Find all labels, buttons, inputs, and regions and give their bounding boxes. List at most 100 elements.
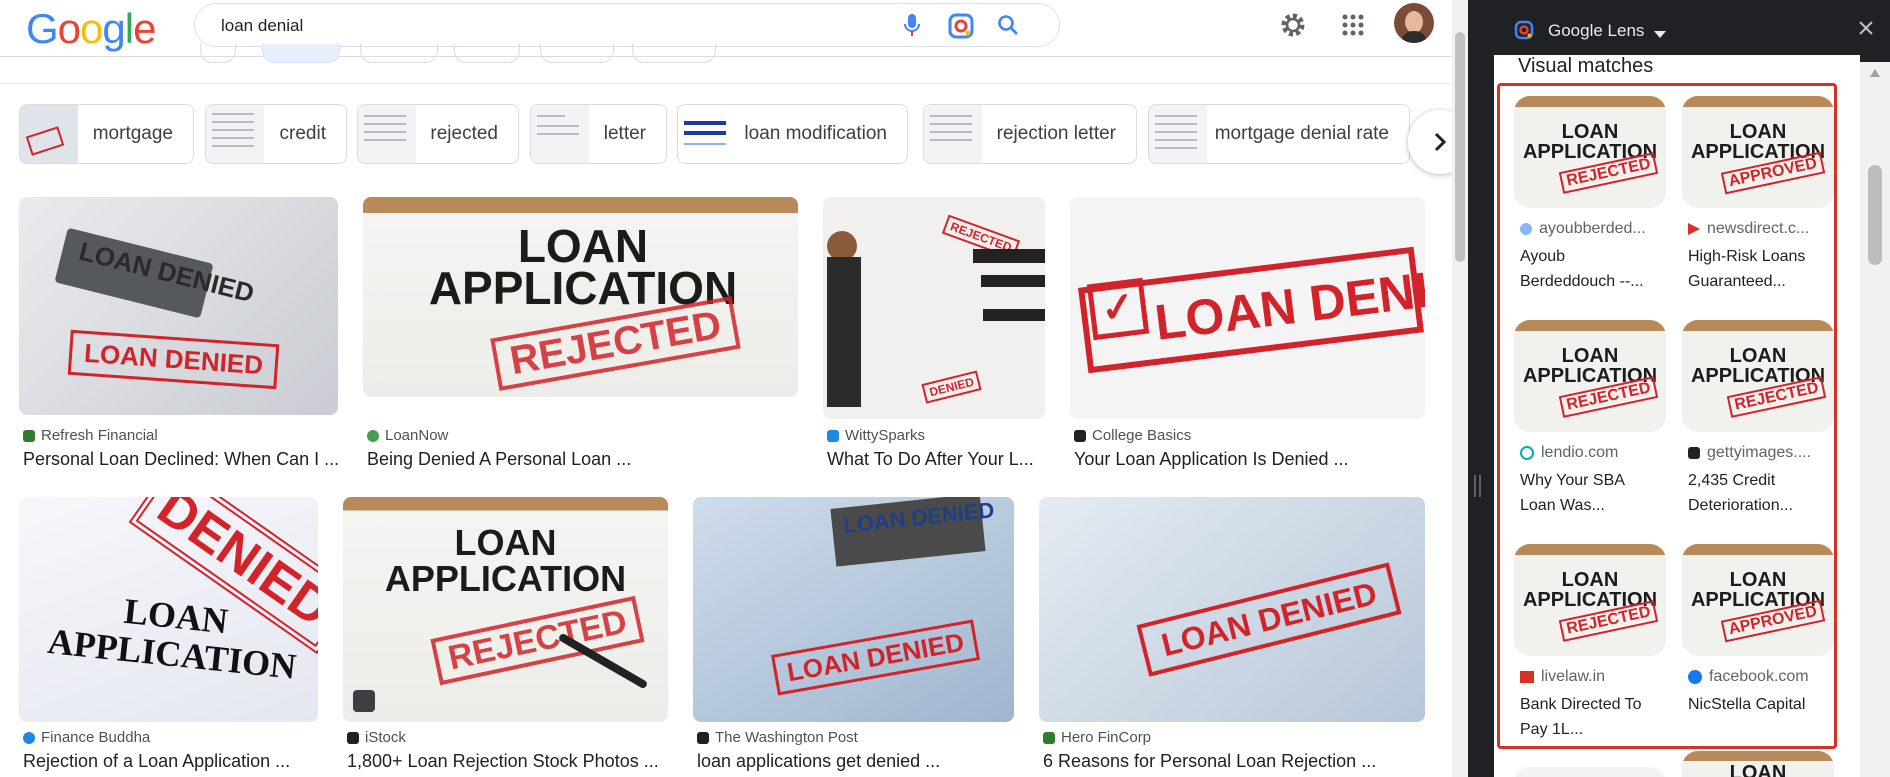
result-source[interactable]: LoanNow bbox=[367, 427, 448, 444]
match-title[interactable]: Bank Directed To Pay 1L... bbox=[1520, 692, 1668, 742]
result-image[interactable]: ✓ LOAN DENIED bbox=[1070, 197, 1425, 419]
match-source[interactable]: facebook.com bbox=[1688, 668, 1836, 686]
match-title[interactable]: Ayoub Berdeddouch --... bbox=[1520, 244, 1668, 294]
match-source[interactable]: gettyimages.... bbox=[1688, 444, 1836, 462]
visual-match-card-partial[interactable] bbox=[1514, 767, 1666, 777]
match-title[interactable]: High-Risk Loans Guaranteed... bbox=[1688, 244, 1836, 294]
google-logo[interactable]: Google bbox=[26, 7, 156, 51]
match-source[interactable]: newsdirect.c... bbox=[1688, 220, 1836, 238]
account-avatar[interactable] bbox=[1394, 3, 1434, 43]
chip-thumbnail bbox=[20, 105, 78, 163]
match-image[interactable]: LOAN APPLICATION REJECTED bbox=[1514, 320, 1666, 432]
result-title[interactable]: loan applications get denied ... bbox=[697, 751, 1015, 772]
chip-rejected[interactable]: rejected bbox=[357, 104, 519, 164]
result-source[interactable]: Finance Buddha bbox=[23, 729, 150, 746]
results-scrollbar-thumb[interactable] bbox=[1455, 32, 1465, 262]
match-title[interactable]: 2,435 Credit Deterioration... bbox=[1688, 468, 1836, 518]
filter-pill-selected[interactable] bbox=[262, 44, 340, 63]
dropdown-caret-icon[interactable] bbox=[1654, 26, 1668, 38]
result-title[interactable]: Personal Loan Declined: When Can I ... bbox=[23, 449, 339, 470]
filter-pill[interactable] bbox=[454, 44, 520, 63]
chip-loan-modification[interactable]: loan modification bbox=[677, 104, 908, 164]
chip-letter[interactable]: letter bbox=[530, 104, 667, 164]
check-mark-icon: ✓ bbox=[1086, 277, 1150, 341]
chip-thumbnail bbox=[924, 105, 982, 163]
filter-pill[interactable] bbox=[632, 44, 716, 63]
match-title[interactable]: NicStella Capital bbox=[1688, 692, 1836, 717]
result-source[interactable]: Refresh Financial bbox=[23, 427, 158, 444]
chip-credit[interactable]: credit bbox=[205, 104, 347, 164]
lens-scrollbar-thumb[interactable] bbox=[1868, 165, 1882, 265]
image-result-card[interactable]: LOAN DENIED Hero FinCorp 6 Reasons for P… bbox=[1039, 497, 1426, 777]
image-gallery-icon bbox=[353, 690, 375, 712]
image-result-card[interactable]: LOAN DENIED LOAN DENIED The Washington P… bbox=[693, 497, 1015, 777]
filter-pill[interactable] bbox=[360, 44, 438, 63]
match-image[interactable]: LOAN APPLICATION REJECTED bbox=[1514, 96, 1666, 208]
chip-rejection-letter[interactable]: rejection letter bbox=[923, 104, 1137, 164]
search-icon[interactable] bbox=[995, 12, 1021, 38]
result-image[interactable]: LOAN DENIED LOAN DENIED bbox=[19, 197, 338, 415]
match-title[interactable]: Why Your SBA Loan Was... bbox=[1520, 468, 1668, 518]
result-source[interactable]: WittySparks bbox=[827, 427, 925, 444]
site-favicon-icon bbox=[697, 731, 709, 744]
result-title[interactable]: 6 Reasons for Personal Loan Rejection ..… bbox=[1043, 751, 1426, 772]
match-image[interactable]: LOAN APPLICATION REJECTED bbox=[1682, 320, 1834, 432]
site-favicon-icon bbox=[347, 731, 359, 744]
result-title[interactable]: What To Do After Your L... bbox=[827, 449, 1045, 470]
site-favicon-icon bbox=[1043, 731, 1055, 744]
result-image[interactable]: LOAN APPLICATION REJECTED bbox=[343, 497, 668, 722]
match-image[interactable]: LOAN APPLICATION APPROVED bbox=[1682, 96, 1834, 208]
result-image[interactable]: LOAN DENIED LOAN DENIED bbox=[693, 497, 1014, 722]
chip-mortgage-denial-rate[interactable]: mortgage denial rate bbox=[1148, 104, 1410, 164]
match-source[interactable]: livelaw.in bbox=[1520, 668, 1668, 686]
image-result-card[interactable]: REJECTED DENIED WittySparks What To Do A… bbox=[823, 197, 1045, 472]
result-title[interactable]: Rejection of a Loan Application ... bbox=[23, 751, 319, 772]
filter-pill[interactable] bbox=[200, 44, 236, 63]
result-image[interactable]: REJECTED DENIED bbox=[823, 197, 1045, 419]
search-box[interactable] bbox=[194, 3, 1060, 47]
lens-camera-icon[interactable] bbox=[947, 12, 975, 40]
result-source[interactable]: Hero FinCorp bbox=[1043, 729, 1151, 746]
result-source[interactable]: College Basics bbox=[1074, 427, 1191, 444]
resize-handle[interactable] bbox=[1474, 475, 1482, 497]
result-title[interactable]: Your Loan Application Is Denied ... bbox=[1074, 449, 1426, 470]
result-title[interactable]: Being Denied A Personal Loan ... bbox=[367, 449, 797, 470]
image-result-card[interactable]: DENIED LOAN APPLICATION Finance Buddha R… bbox=[19, 497, 319, 777]
chip-thumbnail bbox=[531, 105, 589, 163]
settings-gear-icon[interactable] bbox=[1278, 10, 1308, 40]
apps-grid-icon[interactable] bbox=[1338, 10, 1368, 40]
close-icon[interactable] bbox=[1858, 20, 1880, 42]
visual-match-card[interactable]: LOAN APPLICATION REJECTED gettyimages...… bbox=[1682, 320, 1837, 540]
result-source[interactable]: iStock bbox=[347, 729, 406, 746]
result-title[interactable]: 1,800+ Loan Rejection Stock Photos ... bbox=[347, 751, 669, 772]
stamp-text: DENIED bbox=[921, 370, 982, 404]
lens-title: Google Lens bbox=[1548, 21, 1645, 40]
chip-mortgage[interactable]: mortgage bbox=[19, 104, 194, 164]
microphone-icon[interactable] bbox=[899, 12, 925, 38]
image-result-card[interactable]: LOAN DENIED LOAN DENIED Refresh Financia… bbox=[19, 197, 339, 472]
match-source[interactable]: lendio.com bbox=[1520, 444, 1668, 462]
visual-match-card[interactable]: LOAN APPLICATION APPROVED newsdirect.c..… bbox=[1682, 96, 1837, 316]
visual-match-card[interactable]: LOAN APPLICATION REJECTED livelaw.in Ban… bbox=[1514, 544, 1669, 764]
chip-label: mortgage denial rate bbox=[1214, 123, 1389, 144]
filter-pill[interactable] bbox=[540, 44, 614, 63]
visual-match-card[interactable]: LOAN APPLICATION REJECTED lendio.com Why… bbox=[1514, 320, 1669, 540]
image-result-card[interactable]: ✓ LOAN DENIED College Basics Your Loan A… bbox=[1070, 197, 1426, 472]
result-image[interactable]: DENIED LOAN APPLICATION bbox=[19, 497, 318, 722]
match-source[interactable]: ayoubberded... bbox=[1520, 220, 1668, 238]
stamp-text: LOAN DENIED bbox=[770, 619, 981, 696]
site-favicon-icon bbox=[1688, 223, 1700, 235]
result-source[interactable]: The Washington Post bbox=[697, 729, 858, 746]
image-result-card[interactable]: LOAN APPLICATION REJECTED iStock 1,800+ … bbox=[343, 497, 669, 777]
visual-match-card[interactable]: LOAN APPLICATION APPROVED facebook.com N… bbox=[1682, 544, 1837, 764]
visual-match-card-partial[interactable]: LOAN APPLICATION bbox=[1682, 751, 1834, 777]
visual-match-card[interactable]: LOAN APPLICATION REJECTED ayoubberded...… bbox=[1514, 96, 1669, 316]
result-image[interactable]: LOAN DENIED bbox=[1039, 497, 1425, 722]
image-result-card[interactable]: LOAN APPLICATION REJECTED LoanNow Being … bbox=[363, 197, 799, 472]
chip-thumbnail bbox=[358, 105, 416, 163]
match-image[interactable]: LOAN APPLICATION REJECTED bbox=[1514, 544, 1666, 656]
result-image[interactable]: LOAN APPLICATION REJECTED bbox=[363, 197, 798, 397]
match-image[interactable]: LOAN APPLICATION APPROVED bbox=[1682, 544, 1834, 656]
search-input[interactable] bbox=[219, 15, 823, 37]
scroll-up-arrow-icon[interactable] bbox=[1870, 64, 1880, 77]
